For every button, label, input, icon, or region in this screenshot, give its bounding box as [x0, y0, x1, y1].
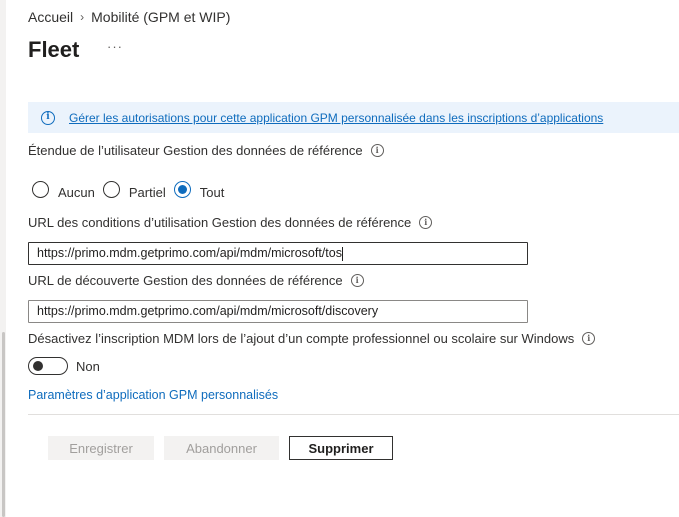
discovery-url-label: URL de découverte Gestion des données de…: [28, 273, 364, 288]
radio-label-aucun: Aucun: [58, 185, 95, 200]
info-icon: i: [41, 110, 55, 125]
tos-url-label-text: URL des conditions d’utilisation Gestion…: [28, 215, 412, 230]
user-scope-label-text: Étendue de l’utilisateur Gestion des don…: [28, 143, 363, 158]
radio-button-partiel[interactable]: [102, 181, 120, 198]
scrollbar-track[interactable]: [0, 0, 6, 517]
radio-option-tout[interactable]: Tout: [173, 181, 225, 200]
breadcrumb: Accueil › Mobilité (GPM et WIP): [28, 9, 230, 25]
radio-button-aucun[interactable]: [32, 181, 49, 198]
chevron-right-icon: ›: [80, 10, 85, 24]
user-scope-radio-group: Aucun Partiel Tout: [32, 181, 232, 200]
info-icon[interactable]: i: [370, 144, 384, 157]
toggle-knob: [33, 361, 43, 371]
info-icon[interactable]: i: [419, 216, 433, 229]
discard-button[interactable]: Abandonner: [164, 436, 279, 460]
radio-button-tout[interactable]: [173, 181, 191, 198]
discovery-url-label-text: URL de découverte Gestion des données de…: [28, 273, 343, 288]
radio-option-partiel[interactable]: Partiel: [102, 181, 166, 200]
radio-label-partiel: Partiel: [128, 185, 166, 200]
disable-mdm-toggle-row: Non: [28, 357, 100, 375]
manage-permissions-link[interactable]: Gérer les autorisations pour cette appli…: [69, 111, 603, 125]
divider: [28, 414, 679, 415]
discovery-url-input[interactable]: https://primo.mdm.getprimo.com/api/mdm/m…: [28, 300, 528, 323]
radio-label-tout: Tout: [199, 185, 225, 200]
more-options-icon[interactable]: ···: [107, 39, 123, 54]
toggle-state-label: Non: [76, 358, 100, 374]
disable-mdm-label: Désactivez l’inscription MDM lors de l’a…: [28, 331, 596, 346]
info-banner: i Gérer les autorisations pour cette app…: [28, 102, 679, 133]
tos-url-label: URL des conditions d’utilisation Gestion…: [28, 215, 433, 230]
tos-url-value: https://primo.mdm.getprimo.com/api/mdm/m…: [37, 246, 342, 260]
info-icon[interactable]: i: [582, 332, 596, 345]
info-icon[interactable]: i: [350, 274, 364, 287]
delete-button[interactable]: Supprimer: [289, 436, 393, 460]
tos-url-input[interactable]: https://primo.mdm.getprimo.com/api/mdm/m…: [28, 242, 528, 265]
disable-mdm-label-text: Désactivez l’inscription MDM lors de l’a…: [28, 331, 575, 346]
scrollbar-thumb[interactable]: [2, 332, 5, 517]
breadcrumb-current-link[interactable]: Mobilité (GPM et WIP): [91, 9, 230, 25]
discovery-url-value: https://primo.mdm.getprimo.com/api/mdm/m…: [37, 304, 379, 318]
user-scope-label: Étendue de l’utilisateur Gestion des don…: [28, 143, 384, 158]
breadcrumb-home-link[interactable]: Accueil: [28, 9, 73, 25]
custom-app-settings-link[interactable]: Paramètres d’application GPM personnalis…: [28, 388, 278, 402]
page-title: Fleet: [28, 37, 80, 62]
text-caret: [341, 246, 343, 261]
disable-mdm-toggle[interactable]: [28, 357, 68, 375]
save-button[interactable]: Enregistrer: [48, 436, 154, 460]
radio-option-aucun[interactable]: Aucun: [32, 181, 95, 200]
